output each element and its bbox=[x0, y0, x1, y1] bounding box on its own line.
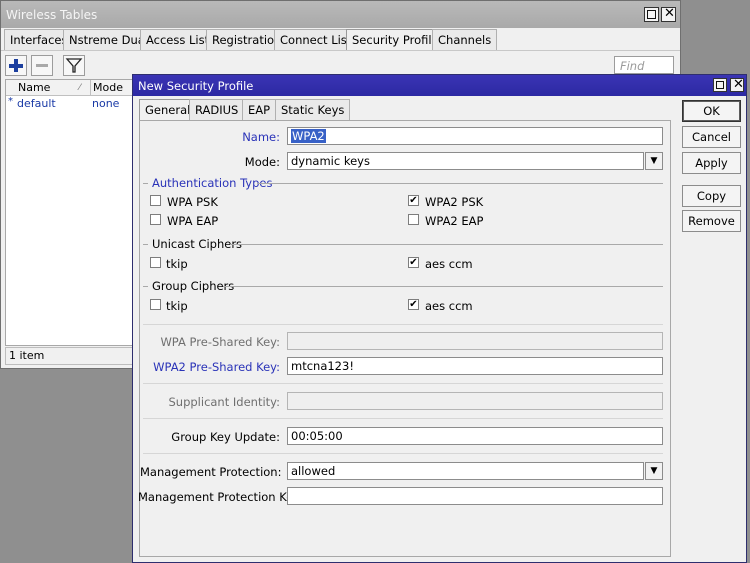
group-aes-ccm-checkbox[interactable]: ✔ bbox=[408, 299, 419, 310]
group-aes-ccm-label: aes ccm bbox=[425, 299, 473, 313]
mode-dropdown-icon[interactable]: ▼ bbox=[645, 152, 663, 170]
wpa2-psk-label: WPA2 PSK bbox=[425, 195, 484, 209]
wpa-psk-key-label: WPA Pre-Shared Key: bbox=[160, 335, 280, 349]
close-icon: ✕ bbox=[664, 6, 675, 21]
plus-icon bbox=[9, 59, 23, 72]
wpa-eap-checkbox[interactable] bbox=[150, 214, 161, 225]
supplicant-identity-label: Supplicant Identity: bbox=[168, 395, 280, 409]
title-bar[interactable]: Wireless Tables ✕ bbox=[1, 1, 680, 28]
close-icon: ✕ bbox=[733, 77, 744, 92]
supplicant-identity-input[interactable] bbox=[287, 392, 663, 410]
copy-button[interactable]: Copy bbox=[682, 185, 741, 207]
dialog-title: New Security Profile bbox=[138, 79, 254, 93]
management-protection-dropdown-icon[interactable]: ▼ bbox=[645, 462, 663, 480]
management-protection-key-input[interactable] bbox=[287, 487, 663, 505]
dialog-maximize-button[interactable] bbox=[713, 78, 727, 92]
divider bbox=[230, 244, 663, 245]
wpa2-psk-key-label: WPA2 Pre-Shared Key: bbox=[153, 360, 280, 374]
divider bbox=[223, 286, 663, 287]
apply-button[interactable]: Apply bbox=[682, 152, 741, 174]
default-marker: * bbox=[8, 96, 13, 107]
maximize-icon bbox=[716, 81, 724, 89]
dialog-close-button[interactable]: ✕ bbox=[730, 78, 744, 92]
wpa-psk-key-input[interactable] bbox=[287, 332, 663, 350]
divider bbox=[143, 286, 148, 287]
column-header-name[interactable]: Name bbox=[18, 81, 50, 94]
separator bbox=[143, 418, 663, 419]
group-ciphers-group: Group Ciphers bbox=[143, 279, 663, 293]
minus-icon bbox=[36, 64, 48, 67]
row-mode: none bbox=[92, 97, 120, 110]
wpa2-eap-label: WPA2 EAP bbox=[425, 214, 484, 228]
authentication-types-group: Authentication Types bbox=[143, 176, 663, 190]
ok-button[interactable]: OK bbox=[682, 100, 741, 122]
tab-channels[interactable]: Channels bbox=[432, 29, 498, 50]
name-input[interactable]: WPA2 bbox=[287, 127, 663, 145]
unicast-tkip-label: tkip bbox=[166, 257, 188, 271]
group-tkip-checkbox[interactable] bbox=[150, 299, 161, 310]
group-key-update-label: Group Key Update: bbox=[171, 430, 280, 444]
wpa-psk-label: WPA PSK bbox=[167, 195, 218, 209]
row-name: default bbox=[17, 97, 56, 110]
separator bbox=[143, 324, 663, 325]
unicast-ciphers-group: Unicast Ciphers bbox=[143, 237, 663, 251]
profiles-table[interactable]: Name ⁄ Mode * default none bbox=[5, 79, 137, 346]
remove-profile-button[interactable]: Remove bbox=[682, 210, 741, 232]
auth-types-label: Authentication Types bbox=[152, 176, 273, 190]
filter-button[interactable] bbox=[63, 55, 85, 76]
cancel-button[interactable]: Cancel bbox=[682, 126, 741, 148]
wpa-psk-checkbox[interactable] bbox=[150, 195, 161, 206]
find-input[interactable]: Find bbox=[614, 56, 674, 74]
unicast-tkip-checkbox[interactable] bbox=[150, 257, 161, 268]
maximize-icon bbox=[647, 10, 656, 19]
column-header-mode[interactable]: Mode bbox=[93, 81, 123, 94]
separator bbox=[143, 383, 663, 384]
management-protection-select[interactable]: allowed bbox=[287, 462, 644, 480]
mode-select[interactable]: dynamic keys bbox=[287, 152, 644, 170]
group-key-update-input[interactable]: 00:05:00 bbox=[287, 427, 663, 445]
maximize-button[interactable] bbox=[644, 7, 659, 22]
tab-static-keys[interactable]: Static Keys bbox=[275, 99, 351, 120]
wpa2-psk-checkbox[interactable]: ✔ bbox=[408, 195, 419, 206]
filter-icon bbox=[65, 58, 83, 73]
table-row[interactable]: * default none bbox=[6, 96, 136, 111]
wpa-eap-label: WPA EAP bbox=[167, 214, 219, 228]
unicast-aes-ccm-checkbox[interactable]: ✔ bbox=[408, 257, 419, 268]
name-label: Name: bbox=[242, 130, 280, 144]
window-title: Wireless Tables bbox=[6, 8, 98, 22]
divider bbox=[257, 183, 663, 184]
add-button[interactable] bbox=[5, 55, 27, 76]
separator bbox=[143, 453, 663, 454]
wpa2-psk-key-input[interactable]: mtcna123! bbox=[287, 357, 663, 375]
tab-general[interactable]: General bbox=[139, 99, 197, 121]
remove-button[interactable] bbox=[31, 55, 53, 76]
mode-label: Mode: bbox=[244, 155, 280, 169]
column-divider bbox=[90, 80, 91, 96]
unicast-ciphers-label: Unicast Ciphers bbox=[152, 237, 243, 251]
close-button[interactable]: ✕ bbox=[661, 7, 676, 22]
table-header: Name ⁄ Mode bbox=[6, 80, 136, 96]
divider bbox=[143, 244, 148, 245]
name-value: WPA2 bbox=[291, 129, 326, 143]
unicast-aes-ccm-label: aes ccm bbox=[425, 257, 473, 271]
group-tkip-label: tkip bbox=[166, 299, 188, 313]
tab-radius[interactable]: RADIUS bbox=[189, 99, 245, 120]
wpa2-eap-checkbox[interactable] bbox=[408, 214, 419, 225]
sort-icon: ⁄ bbox=[79, 83, 81, 93]
tab-connect-list[interactable]: Connect List bbox=[274, 29, 358, 50]
dialog-title-bar[interactable]: New Security Profile ✕ bbox=[133, 75, 746, 96]
tab-eap[interactable]: EAP bbox=[242, 99, 277, 120]
divider bbox=[143, 183, 148, 184]
group-ciphers-label: Group Ciphers bbox=[152, 279, 235, 293]
management-protection-key-label: Management Protection Key: bbox=[138, 490, 304, 504]
management-protection-label: Management Protection: bbox=[140, 465, 282, 479]
status-bar: 1 item bbox=[5, 347, 137, 365]
tab-access-list[interactable]: Access List bbox=[140, 29, 216, 50]
